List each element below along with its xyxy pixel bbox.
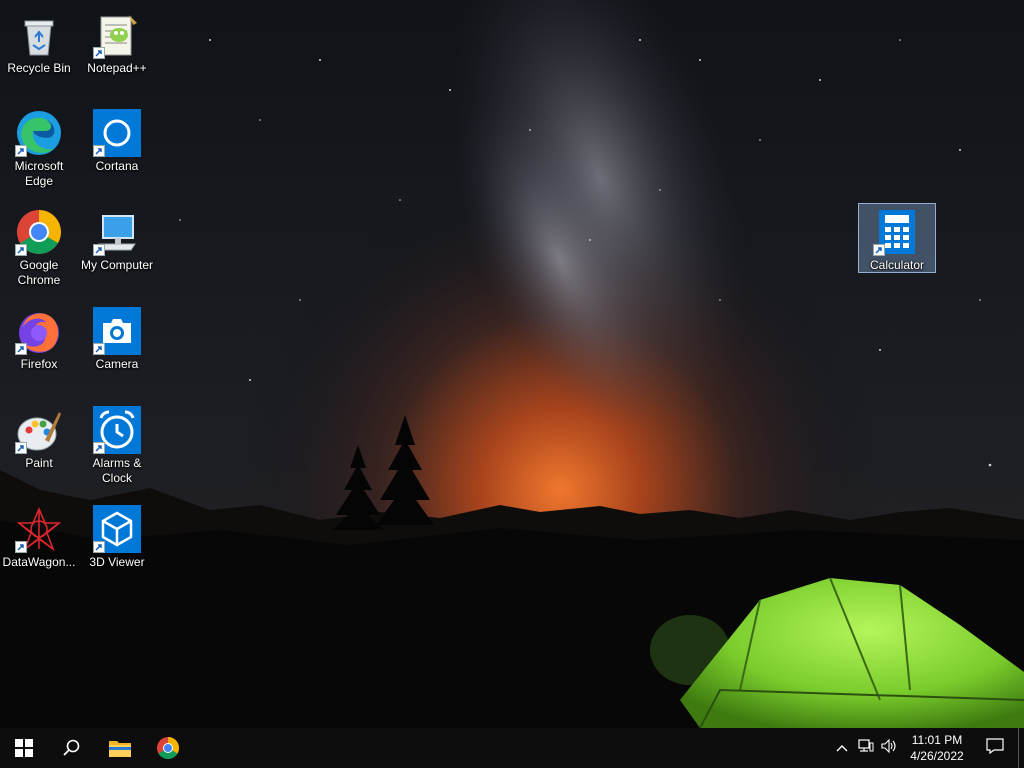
desktop-icon-camera[interactable]: Camera xyxy=(78,302,156,373)
action-center-icon xyxy=(986,737,1004,759)
3d-viewer-icon xyxy=(93,505,141,553)
desktop-icon-label: Google Chrome xyxy=(17,258,61,287)
camera-icon xyxy=(93,307,141,355)
file-explorer-icon xyxy=(108,738,132,758)
network-icon xyxy=(858,738,874,758)
desktop-icon-calculator[interactable]: Calculator xyxy=(858,203,936,273)
edge-icon xyxy=(15,109,63,157)
desktop-icon-label: Firefox xyxy=(20,357,58,371)
network-button[interactable] xyxy=(854,728,878,768)
desktop-icon-label: Alarms & Clock xyxy=(92,456,142,485)
shortcut-arrow-icon xyxy=(93,47,105,59)
chrome-icon xyxy=(15,208,63,256)
desktop-icon-notepad-plus-plus[interactable]: Notepad++ xyxy=(78,6,156,77)
notepad-plus-plus-icon xyxy=(93,11,141,59)
taskbar-clock[interactable]: 11:01 PM 4/26/2022 xyxy=(902,732,972,764)
desktop-icon-alarms-clock[interactable]: Alarms & Clock xyxy=(78,401,156,487)
desktop-icon-label: Recycle Bin xyxy=(7,61,71,75)
search-button[interactable] xyxy=(48,728,96,768)
cortana-icon xyxy=(93,109,141,157)
desktop-icon-label: 3D Viewer xyxy=(89,555,145,569)
volume-icon xyxy=(881,738,899,758)
chevron-up-icon xyxy=(836,739,848,757)
desktop-icon-label: Camera xyxy=(95,357,139,371)
calculator-icon xyxy=(873,208,921,256)
paint-icon xyxy=(15,406,63,454)
shortcut-arrow-icon xyxy=(93,442,105,454)
start-button[interactable] xyxy=(0,728,48,768)
volume-button[interactable] xyxy=(878,728,902,768)
desktop-icon-label: My Computer xyxy=(80,258,154,272)
chrome-icon xyxy=(156,736,180,760)
desktop-icon-label: Cortana xyxy=(95,159,139,173)
datawagon-icon xyxy=(15,505,63,553)
desktop-icon-google-chrome[interactable]: Google Chrome xyxy=(0,203,78,289)
desktop-icon-label: Calculator xyxy=(869,258,925,272)
desktop-icon-my-computer[interactable]: My Computer xyxy=(78,203,156,274)
shortcut-arrow-icon xyxy=(15,541,27,553)
show-desktop-button[interactable] xyxy=(1018,728,1024,768)
alarm-clock-icon xyxy=(93,406,141,454)
shortcut-arrow-icon xyxy=(15,343,27,355)
desktop-icon-label: Microsoft Edge xyxy=(14,159,64,188)
search-icon xyxy=(63,739,81,757)
shortcut-arrow-icon xyxy=(93,541,105,553)
shortcut-arrow-icon xyxy=(873,244,885,256)
clock-time: 11:01 PM xyxy=(911,733,963,747)
desktop-icon-datawagon[interactable]: DataWagon... xyxy=(0,500,78,571)
firefox-icon xyxy=(15,307,63,355)
shortcut-arrow-icon xyxy=(15,145,27,157)
system-tray: 11:01 PM 4/26/2022 xyxy=(830,728,1024,768)
clock-date: 4/26/2022 xyxy=(910,749,964,763)
computer-icon xyxy=(93,208,141,256)
desktop-icon-label: Notepad++ xyxy=(87,61,147,75)
taskbar-chrome[interactable] xyxy=(144,728,192,768)
shortcut-arrow-icon xyxy=(93,343,105,355)
shortcut-arrow-icon xyxy=(93,145,105,157)
taskbar-file-explorer[interactable] xyxy=(96,728,144,768)
show-hidden-icons-button[interactable] xyxy=(830,728,854,768)
desktop-icon-3d-viewer[interactable]: 3D Viewer xyxy=(78,500,156,571)
desktop-icon-label: DataWagon... xyxy=(2,555,76,569)
desktop-icon-cortana[interactable]: Cortana xyxy=(78,104,156,175)
desktop-icon-microsoft-edge[interactable]: Microsoft Edge xyxy=(0,104,78,190)
desktop-icon-recycle-bin[interactable]: Recycle Bin xyxy=(0,6,78,77)
shortcut-arrow-icon xyxy=(15,442,27,454)
action-center-button[interactable] xyxy=(972,728,1018,768)
taskbar: 11:01 PM 4/26/2022 xyxy=(0,728,1024,768)
windows-start-icon xyxy=(15,739,33,757)
desktop-icon-firefox[interactable]: Firefox xyxy=(0,302,78,373)
shortcut-arrow-icon xyxy=(15,244,27,256)
shortcut-arrow-icon xyxy=(93,244,105,256)
recycle-bin-icon xyxy=(15,11,63,59)
desktop-icon-label: Paint xyxy=(25,456,53,470)
desktop-icon-paint[interactable]: Paint xyxy=(0,401,78,472)
